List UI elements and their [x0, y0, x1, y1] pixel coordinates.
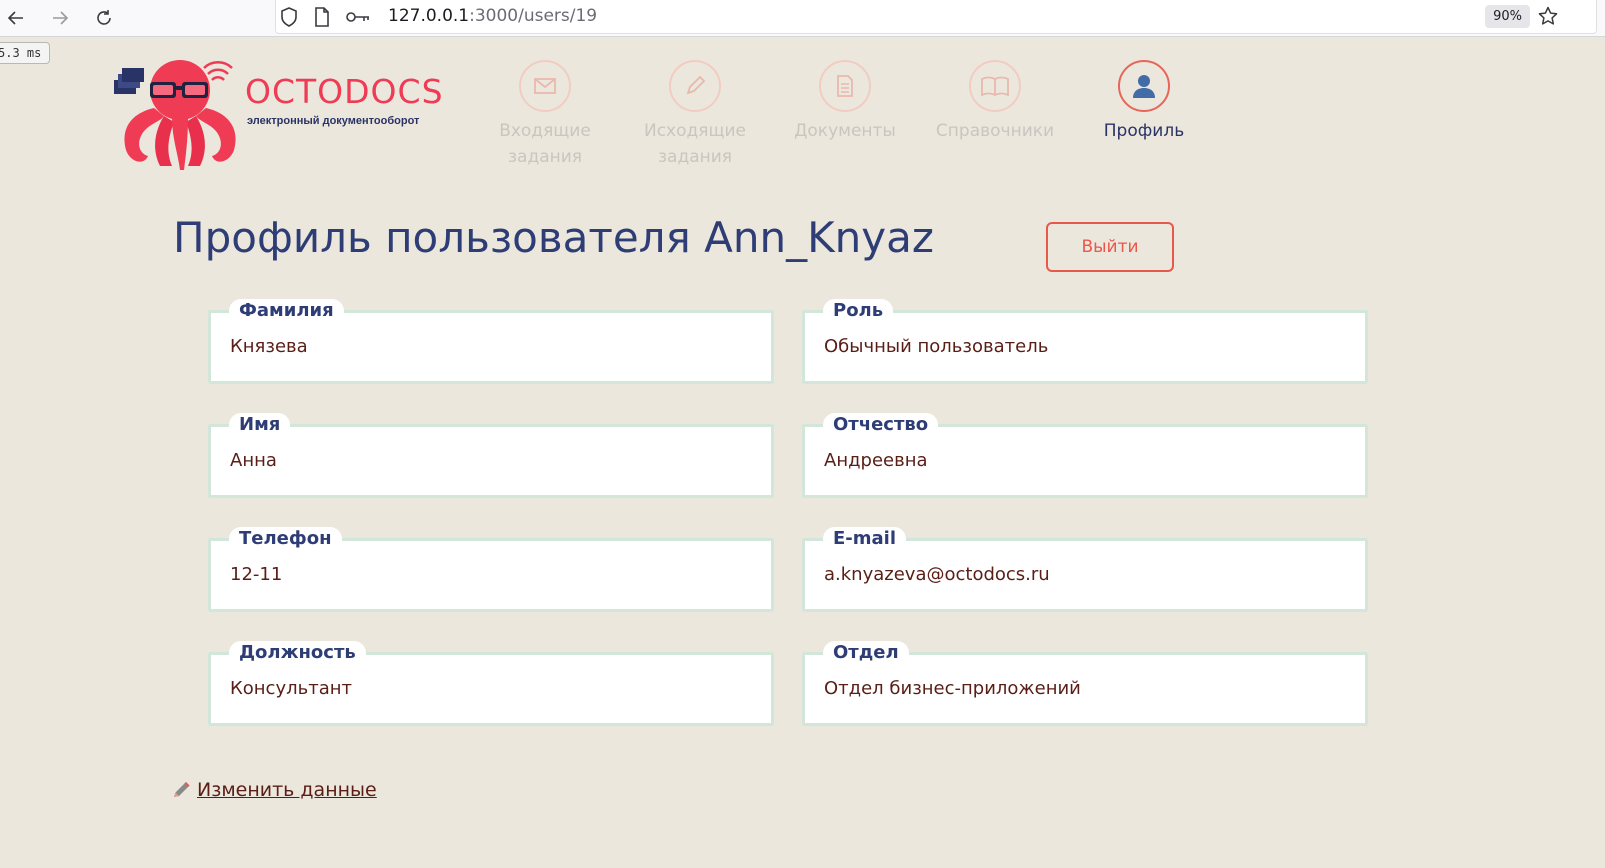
nav-incoming-tasks[interactable]: Входящие задания: [465, 60, 625, 170]
page-icon: [315, 7, 329, 27]
field-value: Андреевна: [824, 450, 928, 471]
field-value: Обычный пользователь: [824, 336, 1049, 357]
field-label: Фамилия: [229, 299, 344, 323]
field-label: Роль: [823, 299, 894, 323]
field-label: E-mail: [823, 527, 907, 551]
nav-label: Исходящие задания: [643, 121, 747, 167]
field-position: Должность Консультант: [208, 641, 774, 726]
nav-profile[interactable]: Профиль: [1064, 60, 1224, 144]
nav-outgoing-tasks[interactable]: Исходящие задания: [615, 60, 775, 170]
field-value: a.knyazeva@octodocs.ru: [824, 564, 1050, 585]
pencil-icon: [174, 782, 190, 797]
bookmark-star-icon[interactable]: [1538, 6, 1558, 26]
zoom-level[interactable]: 90%: [1485, 5, 1530, 28]
field-value: Князева: [230, 336, 308, 357]
shield-icon: [281, 7, 297, 27]
logo-wordmark: OCTODOCS: [245, 72, 444, 111]
nav-label: Входящие задания: [499, 121, 591, 167]
document-icon: [819, 60, 871, 112]
edit-link-label[interactable]: Изменить данные: [197, 779, 377, 801]
envelope-icon: [519, 60, 571, 112]
octopus-mascot-icon: [114, 60, 236, 170]
nav-label: Справочники: [935, 121, 1055, 141]
nav-label: Профиль: [1103, 121, 1185, 141]
reload-icon: [97, 10, 111, 25]
field-value: Консультант: [230, 678, 352, 699]
logout-button[interactable]: Выйти: [1046, 222, 1174, 272]
field-value: Отдел бизнес-приложений: [824, 678, 1081, 699]
field-value: 12-11: [230, 564, 283, 585]
field-label: Телефон: [229, 527, 342, 551]
reload-button[interactable]: [90, 4, 118, 32]
field-label: Должность: [229, 641, 366, 665]
user-icon: [1118, 60, 1170, 112]
field-first-name: Имя Анна: [208, 413, 774, 498]
octodocs-logo[interactable]: OCTODOCS электронный документооборот: [112, 58, 452, 172]
field-label: Отдел: [823, 641, 909, 665]
arrow-right-icon: [53, 11, 69, 25]
nav-documents[interactable]: Документы: [765, 60, 925, 144]
field-label: Отчество: [823, 413, 939, 437]
arrow-left-icon: [7, 11, 23, 25]
field-role: Роль Обычный пользователь: [802, 299, 1368, 384]
browser-toolbar: 127.0.0.1:3000/users/19 90%: [0, 0, 1605, 37]
field-patronymic: Отчество Андреевна: [802, 413, 1368, 498]
url-text: 127.0.0.1:3000/users/19: [388, 6, 598, 26]
field-value: Анна: [230, 450, 277, 471]
nav-directories[interactable]: Справочники: [915, 60, 1075, 144]
timing-badge: 5.3 ms: [0, 42, 51, 64]
field-surname: Фамилия Князева: [208, 299, 774, 384]
back-button[interactable]: [2, 4, 30, 32]
logo-tagline: электронный документооборот: [247, 115, 420, 127]
page-title: Профиль пользователя Ann_Knyaz: [173, 213, 934, 262]
edit-profile-link[interactable]: Изменить данные: [172, 779, 377, 801]
forward-button[interactable]: [46, 4, 74, 32]
field-label: Имя: [229, 413, 291, 437]
address-bar[interactable]: 127.0.0.1:3000/users/19 90%: [275, 0, 1597, 34]
nav-label: Документы: [794, 121, 896, 141]
key-icon: [346, 12, 369, 22]
field-department: Отдел Отдел бизнес-приложений: [802, 641, 1368, 726]
pencil-icon: [669, 60, 721, 112]
field-phone: Телефон 12-11: [208, 527, 774, 612]
book-icon: [969, 60, 1021, 112]
field-email: E-mail a.knyazeva@octodocs.ru: [802, 527, 1368, 612]
